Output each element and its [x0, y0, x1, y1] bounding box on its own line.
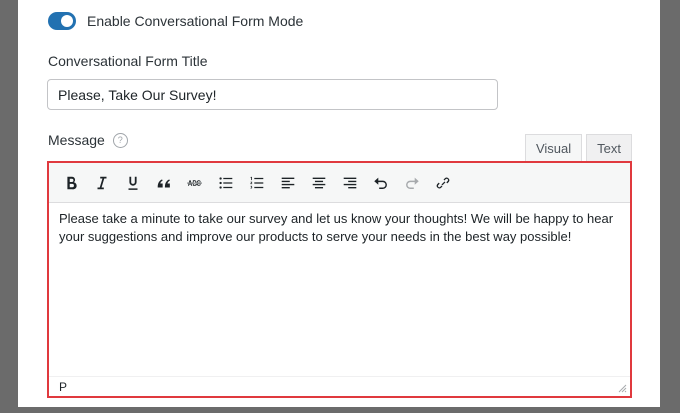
- strikethrough-icon[interactable]: [179, 168, 210, 198]
- conversational-mode-label: Enable Conversational Form Mode: [87, 13, 304, 29]
- resize-handle-icon[interactable]: [617, 383, 627, 393]
- tab-text[interactable]: Text: [586, 134, 632, 161]
- help-icon[interactable]: ?: [112, 132, 128, 148]
- align-center-icon[interactable]: [303, 168, 334, 198]
- align-left-icon[interactable]: [272, 168, 303, 198]
- redo-icon[interactable]: [396, 168, 427, 198]
- message-content[interactable]: Please take a minute to take our survey …: [49, 203, 630, 373]
- editor-toolbar: [49, 163, 630, 203]
- undo-icon[interactable]: [365, 168, 396, 198]
- toggle-knob: [61, 15, 73, 27]
- form-title-input[interactable]: [47, 79, 498, 110]
- bold-icon[interactable]: [55, 168, 86, 198]
- message-label-row: Message ?: [48, 132, 128, 148]
- underline-icon[interactable]: [117, 168, 148, 198]
- numbered-list-icon[interactable]: [241, 168, 272, 198]
- message-label: Message: [48, 132, 105, 148]
- link-icon[interactable]: [427, 168, 458, 198]
- bulleted-list-icon[interactable]: [210, 168, 241, 198]
- blockquote-icon[interactable]: [148, 168, 179, 198]
- message-editor: Please take a minute to take our survey …: [47, 161, 632, 398]
- editor-tabs: Visual Text: [521, 134, 632, 161]
- align-right-icon[interactable]: [334, 168, 365, 198]
- italic-icon[interactable]: [86, 168, 117, 198]
- tab-visual[interactable]: Visual: [524, 134, 583, 161]
- conversational-mode-toggle[interactable]: [48, 12, 76, 30]
- editor-statusbar: P: [49, 376, 630, 396]
- conversational-mode-row: Enable Conversational Form Mode: [48, 12, 303, 30]
- element-path[interactable]: P: [59, 380, 67, 394]
- settings-panel: Enable Conversational Form Mode Conversa…: [18, 0, 660, 413]
- form-title-label: Conversational Form Title: [48, 53, 208, 69]
